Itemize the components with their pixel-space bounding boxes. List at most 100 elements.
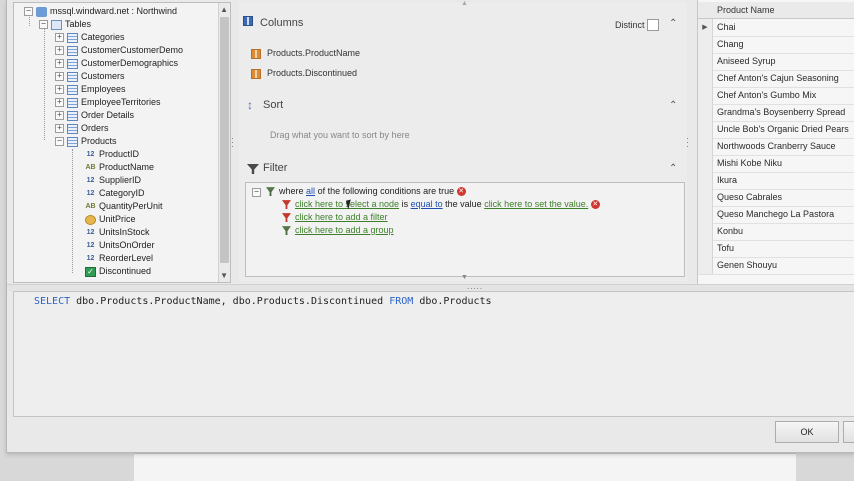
tree-node-table[interactable]: + EmployeeTerritories bbox=[55, 96, 161, 109]
expand-icon[interactable]: + bbox=[55, 33, 64, 43]
expand-icon[interactable]: + bbox=[55, 111, 64, 121]
tree-node-column[interactable]: 12 SupplierID bbox=[85, 174, 141, 187]
tree-scrollbar[interactable]: ▲ ▼ bbox=[218, 3, 230, 282]
add-filter-link[interactable]: click here to add a filter bbox=[295, 212, 388, 222]
collapse-bottom-icon[interactable]: ▼ bbox=[461, 274, 468, 281]
grid-column-header[interactable]: Product Name bbox=[698, 2, 854, 19]
grid-row[interactable]: Northwoods Cranberry Sauce bbox=[698, 138, 854, 156]
scroll-up-icon[interactable]: ▲ bbox=[220, 5, 228, 14]
group-operator-link[interactable]: all bbox=[306, 186, 315, 196]
row-indicator bbox=[698, 138, 713, 155]
cancel-button[interactable] bbox=[843, 421, 854, 443]
collapse-icon[interactable]: − bbox=[24, 7, 33, 17]
grid-row[interactable]: Chang bbox=[698, 36, 854, 54]
selected-column-item[interactable]: Products.ProductName bbox=[251, 48, 360, 59]
tree-node-label: UnitsInStock bbox=[99, 227, 150, 237]
expand-icon[interactable]: + bbox=[55, 124, 64, 134]
expand-icon[interactable]: + bbox=[55, 72, 64, 82]
tree-node-column[interactable]: 12 UnitsOnOrder bbox=[85, 239, 155, 252]
tree-node-table[interactable]: + Customers bbox=[55, 70, 125, 83]
tree-node-table[interactable]: + Order Details bbox=[55, 109, 134, 122]
column-icon bbox=[251, 48, 261, 59]
tree-node-column[interactable]: 12 CategoryID bbox=[85, 187, 145, 200]
tree-node-label: Discontinued bbox=[99, 266, 152, 276]
table-icon bbox=[67, 32, 78, 43]
grid-header-label: Product Name bbox=[717, 5, 775, 15]
tree-node-table[interactable]: + CustomerCustomerDemo bbox=[55, 44, 183, 57]
tree-node-table-products[interactable]: − Products bbox=[55, 135, 117, 148]
ok-button[interactable]: OK bbox=[775, 421, 839, 443]
horizontal-splitter[interactable]: ..... bbox=[7, 282, 854, 291]
sql-editor[interactable]: SELECT dbo.Products.ProductName, dbo.Pro… bbox=[13, 291, 854, 417]
expand-icon[interactable]: + bbox=[55, 46, 64, 56]
row-indicator bbox=[698, 155, 713, 172]
remove-condition-icon[interactable]: ✕ bbox=[590, 200, 600, 210]
tree-node-label: Order Details bbox=[81, 110, 135, 120]
filter-condition-icon bbox=[282, 200, 291, 210]
collapse-filter-icon[interactable]: ⌃ bbox=[669, 163, 677, 174]
selected-column-label: Products.ProductName bbox=[267, 48, 361, 58]
collapse-sort-icon[interactable]: ⌃ bbox=[669, 100, 677, 111]
grid-row[interactable]: Chef Anton's Cajun Seasoning bbox=[698, 70, 854, 88]
tree-root-node[interactable]: − mssql.windward.net : Northwind bbox=[24, 5, 177, 18]
panel-splitter-handle[interactable]: · · · bbox=[231, 134, 234, 151]
tree-node-tables[interactable]: − Tables bbox=[39, 18, 91, 31]
grid-row[interactable]: Chef Anton's Gumbo Mix bbox=[698, 87, 854, 105]
panel-splitter-handle[interactable]: · · · bbox=[686, 134, 689, 151]
grid-row[interactable]: Konbu bbox=[698, 223, 854, 241]
operator-link[interactable]: equal to bbox=[411, 199, 443, 209]
numeric-column-icon: 12 bbox=[86, 254, 95, 262]
collapse-icon[interactable]: − bbox=[252, 188, 261, 197]
tree-node-column[interactable]: UnitPrice bbox=[85, 213, 136, 226]
expand-icon[interactable]: + bbox=[55, 59, 64, 69]
row-indicator bbox=[698, 53, 713, 70]
grid-row[interactable]: ▶ Chai bbox=[698, 19, 854, 37]
schema-tree: − mssql.windward.net : Northwind − Tables … bbox=[13, 2, 231, 283]
collapse-icon[interactable]: − bbox=[55, 137, 64, 147]
tree-node-column[interactable]: 12 UnitsInStock bbox=[85, 226, 150, 239]
grid-row[interactable]: Uncle Bob's Organic Dried Pears bbox=[698, 121, 854, 139]
tree-node-table[interactable]: + CustomerDemographics bbox=[55, 57, 178, 70]
sort-drop-hint[interactable]: Drag what you want to sort by here bbox=[270, 130, 410, 140]
collapse-icon[interactable]: − bbox=[39, 20, 48, 30]
remove-group-icon[interactable]: ✕ bbox=[456, 187, 466, 197]
sql-table: dbo.Products bbox=[413, 296, 492, 307]
tree-node-column[interactable]: 12 ReorderLevel bbox=[85, 252, 153, 265]
grid-row[interactable]: Tofu bbox=[698, 240, 854, 258]
sort-section-title: Sort bbox=[263, 99, 284, 111]
columns-icon bbox=[243, 16, 253, 26]
tree-node-column[interactable]: AB ProductName bbox=[85, 161, 154, 174]
tree-node-table[interactable]: + Categories bbox=[55, 31, 125, 44]
grid-row[interactable]: Genen Shouyu bbox=[698, 257, 854, 275]
grid-row[interactable]: Queso Manchego La Pastora bbox=[698, 206, 854, 224]
selected-column-item[interactable]: Products.Discontinued bbox=[251, 68, 357, 79]
collapse-top-icon[interactable]: ▲ bbox=[461, 0, 468, 7]
table-icon bbox=[67, 97, 78, 108]
tree-node-table[interactable]: + Orders bbox=[55, 122, 109, 135]
tree-node-column[interactable]: ✓ Discontinued bbox=[85, 265, 151, 278]
set-value-link[interactable]: click here to set the value. bbox=[484, 199, 588, 209]
tree-node-column[interactable]: 12 ProductID bbox=[85, 148, 139, 161]
splitter-grip-icon[interactable]: ..... bbox=[467, 282, 483, 291]
tree-node-table[interactable]: + Employees bbox=[55, 83, 126, 96]
expand-icon[interactable]: + bbox=[55, 85, 64, 95]
tree-node-label: EmployeeTerritories bbox=[81, 97, 161, 107]
distinct-checkbox[interactable] bbox=[647, 19, 659, 31]
expand-icon[interactable]: + bbox=[55, 98, 64, 108]
grid-row[interactable]: Aniseed Syrup bbox=[698, 53, 854, 71]
tree-node-label: CustomerDemographics bbox=[81, 58, 179, 68]
grid-row[interactable]: Ikura bbox=[698, 172, 854, 190]
collapse-columns-icon[interactable]: ⌃ bbox=[669, 18, 677, 29]
grid-row[interactable]: Mishi Kobe Niku bbox=[698, 155, 854, 173]
grid-cell: Grandma's Boysenberry Spread bbox=[717, 107, 846, 117]
tree-node-column[interactable]: AB QuantityPerUnit bbox=[85, 200, 162, 213]
add-group-link[interactable]: click here to add a group bbox=[295, 225, 394, 235]
scrollbar-thumb[interactable] bbox=[220, 17, 229, 263]
sql-keyword-from: FROM bbox=[389, 296, 414, 307]
grid-row[interactable]: Queso Cabrales bbox=[698, 189, 854, 207]
tree-node-label: Orders bbox=[81, 123, 109, 133]
grid-row[interactable]: Grandma's Boysenberry Spread bbox=[698, 104, 854, 122]
tree-node-label: ReorderLevel bbox=[99, 253, 154, 263]
scroll-down-icon[interactable]: ▼ bbox=[220, 271, 228, 280]
filter-editor[interactable]: − where all of the following conditions … bbox=[245, 182, 685, 277]
